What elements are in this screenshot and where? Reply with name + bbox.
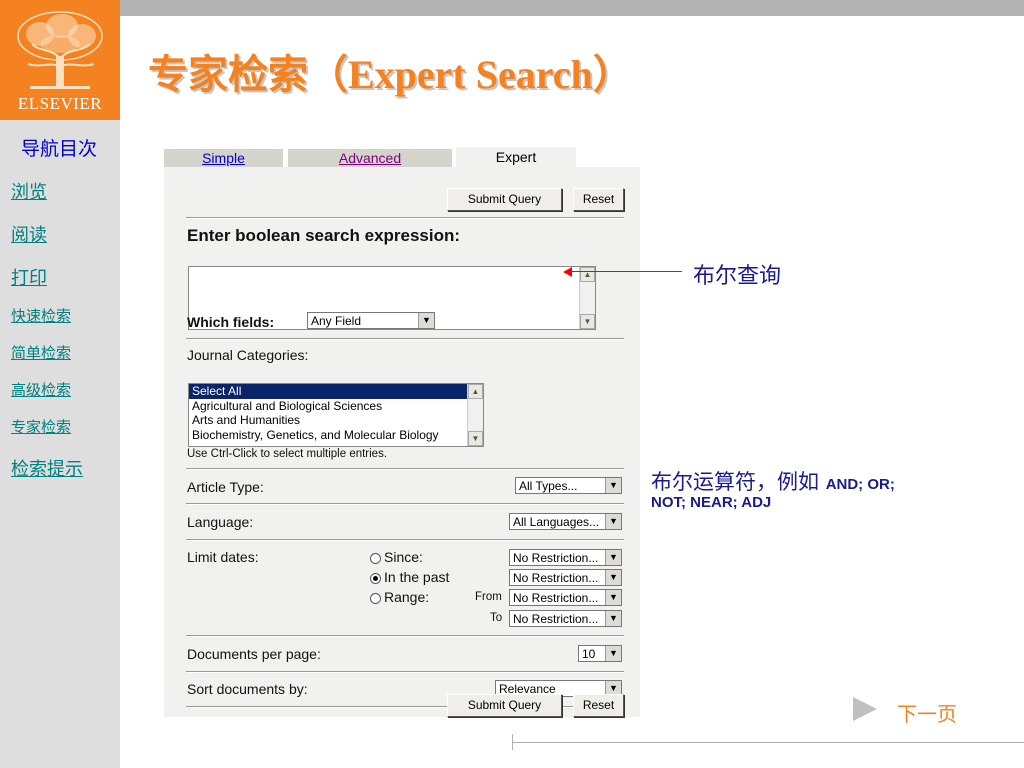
limit-dates-label: Limit dates: — [187, 549, 259, 565]
scroll-up-icon[interactable]: ▲ — [468, 384, 483, 399]
arrow-left-icon — [563, 267, 572, 277]
nav-item-simple-search[interactable]: 简单检索 — [11, 342, 71, 363]
range-from-select[interactable]: No Restriction... ▼ — [509, 589, 622, 606]
language-value: All Languages... — [513, 515, 600, 529]
list-item[interactable]: Biochemistry, Genetics, and Molecular Bi… — [189, 428, 483, 443]
chevron-down-icon: ▼ — [605, 514, 621, 529]
which-fields-select[interactable]: Any Field ▼ — [307, 312, 435, 329]
reset-button-top[interactable]: Reset — [573, 188, 624, 211]
since-radio[interactable] — [370, 553, 381, 564]
chevron-down-icon: ▼ — [605, 570, 621, 585]
ctrl-click-hint: Use Ctrl-Click to select multiple entrie… — [187, 448, 388, 460]
divider — [186, 539, 624, 541]
docs-per-page-value: 10 — [582, 647, 596, 661]
nav-item-expert-search[interactable]: 专家检索 — [11, 416, 71, 437]
elsevier-logo: ELSEVIER — [0, 0, 120, 120]
boolean-operators-annotation: 布尔运算符，例如 AND; OR; — [651, 466, 895, 496]
which-fields-label: Which fields: — [187, 314, 275, 330]
sort-label: Sort documents by: — [187, 681, 308, 697]
annotation-arrow-line — [570, 271, 682, 272]
textarea-scrollbar[interactable]: ▲ ▼ — [579, 267, 595, 329]
reset-button-bottom[interactable]: Reset — [573, 694, 624, 717]
list-item[interactable]: Select All — [189, 384, 483, 399]
in-past-value: No Restriction... — [513, 571, 599, 585]
article-type-select[interactable]: All Types... ▼ — [515, 477, 622, 494]
nav-item-print[interactable]: 打印 — [11, 264, 47, 290]
submit-query-button-top[interactable]: Submit Query — [447, 188, 562, 211]
tab-expert[interactable]: Expert — [456, 147, 576, 169]
since-date-select[interactable]: No Restriction... ▼ — [509, 549, 622, 566]
language-label: Language: — [187, 514, 254, 530]
range-radio[interactable] — [370, 593, 381, 604]
article-type-value: All Types... — [519, 479, 578, 493]
language-select[interactable]: All Languages... ▼ — [509, 513, 622, 530]
expression-label: Enter boolean search expression: — [187, 226, 461, 245]
nav-item-advanced-search[interactable]: 高级检索 — [11, 379, 71, 400]
scroll-down-icon[interactable]: ▼ — [468, 431, 483, 446]
listbox-scrollbar[interactable]: ▲ ▼ — [467, 384, 483, 446]
since-date-value: No Restriction... — [513, 551, 599, 565]
tab-advanced[interactable]: Advanced — [288, 149, 452, 167]
boolean-query-annotation: 布尔查询 — [693, 264, 782, 289]
slide-title: 专家检索（Expert Search） — [148, 52, 633, 97]
divider — [186, 468, 624, 470]
in-past-radio[interactable] — [370, 573, 381, 584]
to-label: To — [490, 612, 503, 624]
divider — [186, 635, 624, 637]
footer-line — [512, 742, 1024, 743]
chevron-down-icon: ▼ — [605, 550, 621, 565]
search-panel: Submit Query Reset Enter boolean search … — [164, 167, 640, 717]
tab-simple-label[interactable]: Simple — [202, 150, 245, 166]
range-label: Range: — [384, 589, 430, 605]
tab-expert-label: Expert — [495, 149, 537, 165]
which-fields-value: Any Field — [311, 314, 362, 328]
nav-item-search-tips[interactable]: 检索提示 — [11, 455, 83, 481]
next-page-link[interactable]: 下一页 — [897, 698, 957, 727]
docs-per-page-label: Documents per page: — [187, 646, 321, 662]
tree-icon — [17, 11, 103, 89]
tab-advanced-label[interactable]: Advanced — [339, 150, 401, 166]
docs-per-page-select[interactable]: 10 ▼ — [578, 645, 622, 662]
operators-line2: NOT; NEAR; ADJ — [651, 494, 772, 511]
scroll-up-icon[interactable]: ▲ — [580, 267, 595, 282]
list-item[interactable]: Arts and Humanities — [189, 413, 483, 428]
chevron-down-icon: ▼ — [605, 611, 621, 626]
in-past-label: In the past — [384, 569, 450, 585]
play-arrow-icon[interactable] — [853, 697, 877, 721]
article-type-label: Article Type: — [187, 479, 264, 495]
tab-simple[interactable]: Simple — [164, 149, 283, 167]
top-bar — [120, 0, 1024, 16]
sidebar: ELSEVIER 导航目次 浏览 阅读 打印 快速检索 简单检索 高级检索 专家… — [0, 0, 120, 768]
range-to-value: No Restriction... — [513, 612, 599, 626]
nav-item-read[interactable]: 阅读 — [11, 221, 47, 247]
from-label: From — [475, 591, 502, 603]
journal-categories-label: Journal Categories: — [187, 347, 309, 363]
divider — [186, 338, 624, 340]
divider — [186, 217, 624, 219]
nav-title: 导航目次 — [21, 138, 98, 160]
operators-line1-cn: 布尔运算符，例如 — [651, 470, 826, 494]
journal-categories-listbox[interactable]: Select All Agricultural and Biological S… — [188, 383, 484, 447]
chevron-down-icon: ▼ — [418, 313, 434, 328]
range-from-value: No Restriction... — [513, 591, 599, 605]
nav-item-quick-search[interactable]: 快速检索 — [11, 305, 71, 326]
expert-search-form: Simple Advanced Expert Submit Query Rese… — [164, 147, 640, 717]
logo-text: ELSEVIER — [17, 94, 103, 113]
nav-item-browse[interactable]: 浏览 — [11, 178, 47, 204]
list-item[interactable]: Agricultural and Biological Sciences — [189, 399, 483, 414]
scroll-down-icon[interactable]: ▼ — [580, 314, 595, 329]
divider — [186, 671, 624, 673]
divider — [186, 503, 624, 505]
submit-query-button-bottom[interactable]: Submit Query — [447, 694, 562, 717]
in-past-select[interactable]: No Restriction... ▼ — [509, 569, 622, 586]
since-label: Since: — [384, 549, 423, 565]
chevron-down-icon: ▼ — [605, 590, 621, 605]
operators-line1-en: AND; OR; — [825, 476, 895, 493]
range-to-select[interactable]: No Restriction... ▼ — [509, 610, 622, 627]
chevron-down-icon: ▼ — [605, 478, 621, 493]
chevron-down-icon: ▼ — [605, 646, 621, 661]
